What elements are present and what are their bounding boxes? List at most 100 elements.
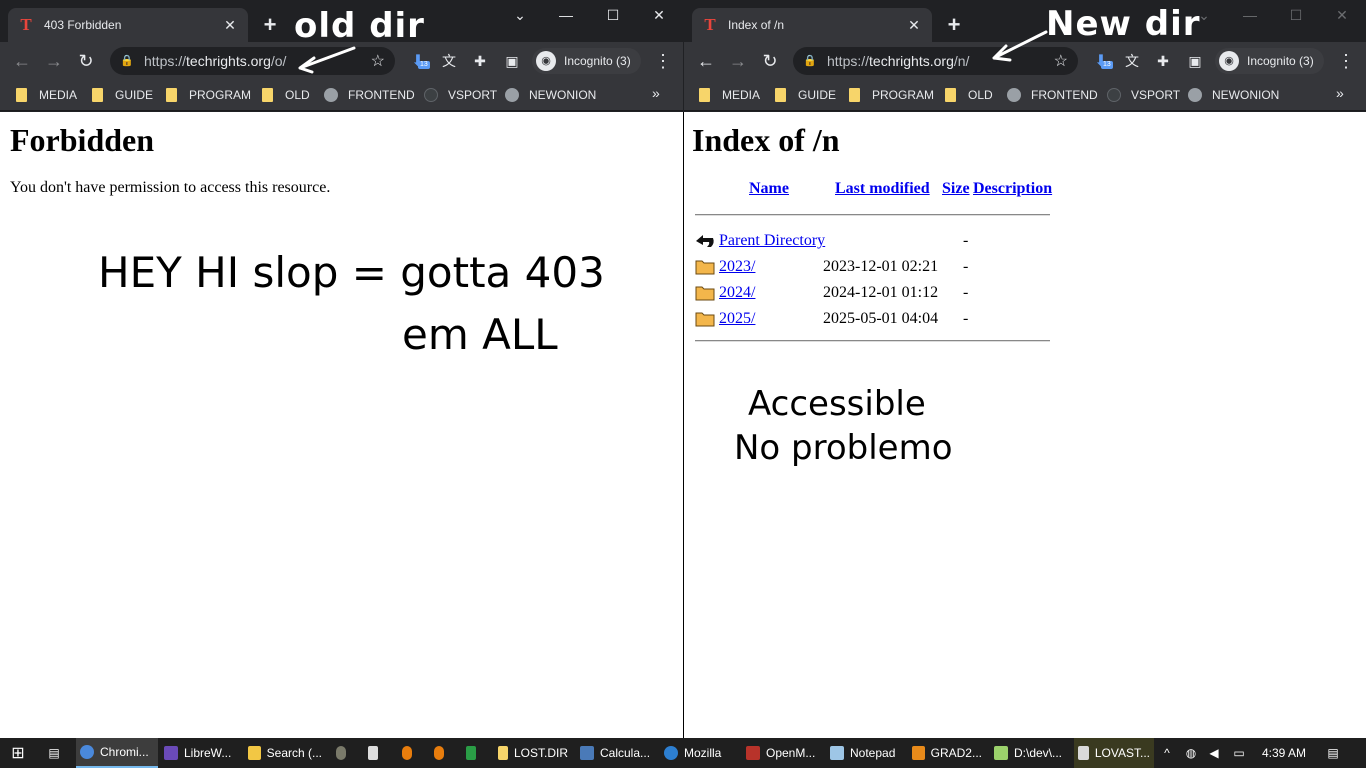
downloads-icon[interactable]: ⬇13	[408, 51, 430, 71]
bookmark-old[interactable]: OLD	[945, 85, 993, 105]
taskbar-item-mozilla[interactable]: Mozilla	[660, 738, 736, 768]
page-title: Index of /n	[692, 122, 840, 158]
thunderbird-icon	[664, 746, 678, 760]
github-icon	[1107, 88, 1121, 102]
forward-button[interactable]: →	[726, 49, 750, 73]
taskbar-item-openm[interactable]: OpenM...	[742, 738, 820, 768]
close-window-button[interactable]: ✕	[1322, 4, 1362, 26]
folder-icon	[699, 88, 710, 102]
tab-search-icon[interactable]: ⌄	[500, 4, 540, 26]
notifications-icon[interactable]: ▤	[1322, 738, 1344, 768]
column-header-last-modified[interactable]: Last modified	[835, 180, 930, 198]
more-bookmarks-icon[interactable]: »	[652, 85, 660, 101]
incognito-badge[interactable]: ◉ Incognito (3)	[1215, 48, 1324, 74]
blender-icon	[402, 746, 412, 760]
bookmark-frontend[interactable]: FRONTEND	[1007, 85, 1098, 105]
parent-directory-link[interactable]: Parent Directory	[719, 232, 825, 250]
close-window-button[interactable]: ✕	[639, 4, 679, 26]
page-content: Forbidden You don't have permission to a…	[0, 112, 683, 738]
folder-link-2025[interactable]: 2025/	[719, 310, 755, 328]
show-hidden-icons-icon[interactable]: ^	[1158, 738, 1176, 768]
translate-icon[interactable]: 文	[1122, 51, 1142, 71]
bookmark-star-icon[interactable]: ☆	[371, 51, 385, 71]
lock-icon[interactable]: 🔒	[120, 54, 134, 68]
reload-button[interactable]: ↻	[74, 49, 98, 73]
globe-icon	[324, 88, 338, 102]
extensions-icon[interactable]: ✚	[470, 51, 490, 71]
minimize-button[interactable]: —	[546, 4, 586, 26]
taskbar-app-icon-1[interactable]	[332, 738, 356, 768]
column-header-size[interactable]: Size	[942, 180, 970, 198]
clock[interactable]: 4:39 AM	[1254, 738, 1314, 768]
bookmark-media[interactable]: MEDIA	[16, 85, 77, 105]
menu-icon[interactable]: ⋮	[654, 51, 672, 71]
side-panel-icon[interactable]: ▣	[502, 51, 522, 71]
taskbar-item-lovast[interactable]: LOVAST...	[1074, 738, 1154, 768]
bookmark-guide[interactable]: GUIDE	[775, 85, 836, 105]
volume-icon[interactable]: ◀	[1205, 738, 1223, 768]
annotation-note-line1: HEY HI slop = gotta 403	[98, 248, 605, 297]
taskbar-app-icon-3[interactable]	[398, 738, 422, 768]
more-bookmarks-icon[interactable]: »	[1336, 85, 1344, 101]
column-header-name[interactable]: Name	[749, 180, 789, 198]
folder-link-2024[interactable]: 2024/	[719, 284, 755, 302]
taskbar-app-icon-5[interactable]	[462, 738, 486, 768]
folder-icon	[498, 746, 508, 760]
taskbar-item-calculator[interactable]: Calcula...	[576, 738, 656, 768]
bookmark-guide[interactable]: GUIDE	[92, 85, 153, 105]
new-tab-button[interactable]: +	[942, 14, 966, 36]
bookmark-vsport[interactable]: VSPORT	[424, 85, 497, 105]
taskbar-item-dev[interactable]: D:\dev\...	[990, 738, 1070, 768]
reload-button[interactable]: ↻	[758, 49, 782, 73]
minimize-button[interactable]: —	[1230, 4, 1270, 26]
bookmark-media[interactable]: MEDIA	[699, 85, 760, 105]
close-tab-icon[interactable]: ✕	[222, 17, 238, 34]
downloads-icon[interactable]: ⬇13	[1091, 51, 1113, 71]
network-icon[interactable]: ◍	[1182, 738, 1200, 768]
taskbar-app-icon-2[interactable]	[364, 738, 388, 768]
bookmark-star-icon[interactable]: ☆	[1054, 51, 1068, 71]
bookmark-vsport[interactable]: VSPORT	[1107, 85, 1180, 105]
taskbar-item-lost-dir[interactable]: LOST.DIR	[494, 738, 572, 768]
bookmark-frontend[interactable]: FRONTEND	[324, 85, 415, 105]
menu-icon[interactable]: ⋮	[1337, 51, 1355, 71]
row-size: -	[963, 258, 969, 275]
taskbar-item-notepad[interactable]: Notepad	[826, 738, 904, 768]
taskbar-item-grad2[interactable]: GRAD2...	[908, 738, 986, 768]
taskbar-app-icon-4[interactable]	[430, 738, 454, 768]
tab-search-icon[interactable]: ⌄	[1184, 4, 1224, 26]
lock-icon[interactable]: 🔒	[803, 54, 817, 68]
taskbar-item-chromium[interactable]: Chromi...	[76, 738, 158, 768]
back-button[interactable]: ←	[10, 49, 34, 73]
back-button[interactable]: ←	[694, 49, 718, 73]
table-row: Parent Directory -	[692, 230, 1052, 254]
forward-button[interactable]: →	[42, 49, 66, 73]
start-button[interactable]: ⊞	[4, 738, 32, 768]
bookmark-newonion[interactable]: NEWONION	[505, 85, 596, 105]
bookmark-newonion[interactable]: NEWONION	[1188, 85, 1279, 105]
taskbar-item-search[interactable]: Search (...	[244, 738, 326, 768]
task-view-button[interactable]: ▤	[38, 738, 70, 768]
tab-index-of-n[interactable]: T Index of /n ✕	[692, 8, 932, 42]
translate-icon[interactable]: 文	[439, 51, 459, 71]
bookmark-program[interactable]: PROGRAM	[166, 85, 251, 105]
incognito-badge[interactable]: ◉ Incognito (3)	[532, 48, 641, 74]
bookmark-old[interactable]: OLD	[262, 85, 310, 105]
taskbar-item-librewolf[interactable]: LibreW...	[160, 738, 240, 768]
new-tab-button[interactable]: +	[258, 14, 282, 36]
bookmark-program[interactable]: PROGRAM	[849, 85, 934, 105]
page-message: You don't have permission to access this…	[10, 179, 331, 196]
folder-icon	[775, 88, 786, 102]
maximize-button[interactable]: ☐	[593, 4, 633, 26]
close-tab-icon[interactable]: ✕	[906, 17, 922, 34]
toolbar: ← → ↻ 🔒 https://techrights.org/n/ ☆ ⬇13 …	[684, 30, 1366, 80]
folder-link-2023[interactable]: 2023/	[719, 258, 755, 276]
maximize-button[interactable]: ☐	[1276, 4, 1316, 26]
blender-icon	[434, 746, 444, 760]
battery-icon[interactable]: ▭	[1230, 738, 1248, 768]
openmpt-icon	[746, 746, 760, 760]
column-header-description[interactable]: Description	[973, 180, 1052, 198]
side-panel-icon[interactable]: ▣	[1185, 51, 1205, 71]
tab-403-forbidden[interactable]: T 403 Forbidden ✕	[8, 8, 248, 42]
extensions-icon[interactable]: ✚	[1153, 51, 1173, 71]
